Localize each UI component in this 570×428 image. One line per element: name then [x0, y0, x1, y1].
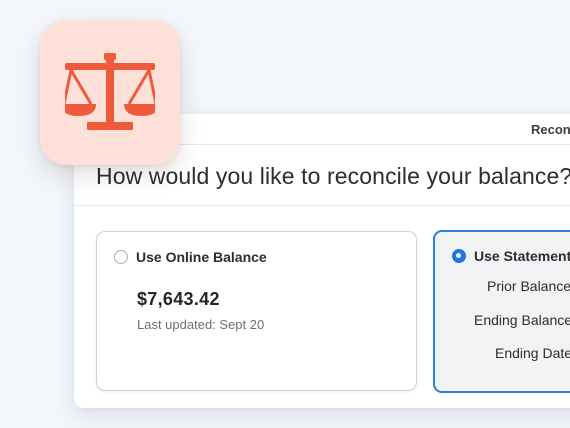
- app-icon: [40, 20, 180, 165]
- online-balance-amount: $7,643.42: [137, 289, 220, 309]
- ending-date-label: Ending Date: [495, 345, 570, 361]
- prior-balance-label: Prior Balance: [487, 278, 570, 294]
- online-balance-option-card[interactable]: Use Online Balance $7,643.42 Last update…: [96, 231, 417, 391]
- statement-radio[interactable]: [452, 249, 466, 263]
- divider: [74, 205, 570, 206]
- last-updated-text: Last updated: Sept 20: [137, 317, 265, 332]
- statement-label: Use Statement: [474, 248, 570, 264]
- reconcile-question: How would you like to reconcile your bal…: [96, 163, 570, 189]
- online-balance-radio[interactable]: [114, 250, 128, 264]
- online-balance-label: Use Online Balance: [136, 249, 267, 265]
- ending-balance-label: Ending Balance: [474, 312, 570, 328]
- panel-title: Reconcile: [531, 122, 570, 137]
- scales-icon: [65, 53, 155, 130]
- stage: Reconcile How would you like to reconcil…: [0, 0, 570, 428]
- statement-option-card[interactable]: Use Statement Prior Balance Ending Balan…: [433, 230, 570, 393]
